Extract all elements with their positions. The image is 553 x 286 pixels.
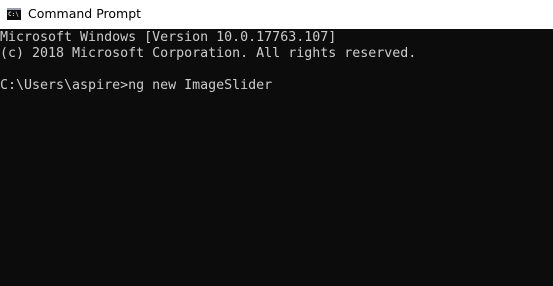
- console-output[interactable]: Microsoft Windows [Version 10.0.17763.10…: [0, 29, 553, 286]
- console-line-version: Microsoft Windows [Version 10.0.17763.10…: [0, 30, 337, 45]
- command-prompt-window: C:\ Command Prompt Microsoft Windows [Ve…: [0, 0, 553, 286]
- command-prompt-icon[interactable]: C:\: [7, 8, 21, 20]
- command-prompt-icon-glyph: C:\: [8, 11, 19, 18]
- console-line-copyright: (c) 2018 Microsoft Corporation. All righ…: [0, 46, 417, 61]
- title-bar[interactable]: C:\ Command Prompt: [0, 0, 553, 29]
- command-line-input[interactable]: C:\Users\aspire>ng new ImageSlider: [0, 78, 272, 94]
- window-title: Command Prompt: [28, 6, 142, 21]
